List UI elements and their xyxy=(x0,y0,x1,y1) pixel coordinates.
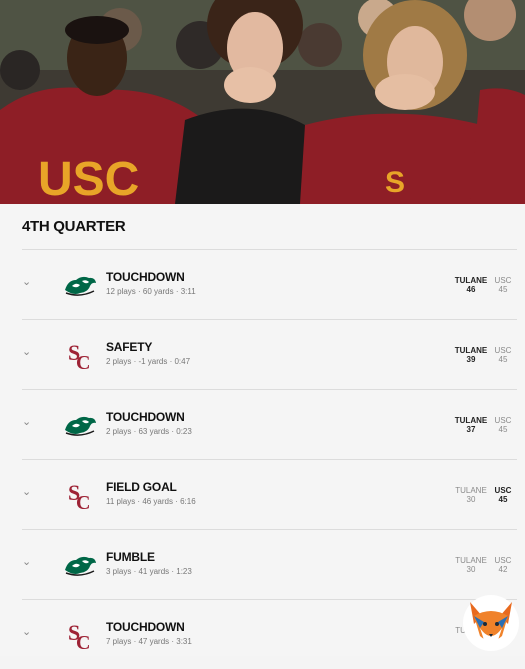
chevron-down-icon[interactable]: ⌄ xyxy=(22,486,34,498)
chevron-down-icon[interactable]: ⌄ xyxy=(22,626,34,638)
chevron-down-icon[interactable]: ⌄ xyxy=(22,416,34,428)
tulane-score: TULANE 37 xyxy=(453,416,489,434)
team-abbr: TULANE xyxy=(455,486,487,495)
usc-score: USC 45 xyxy=(490,276,516,294)
header-photo: USC S xyxy=(0,0,525,204)
score-value: 45 xyxy=(498,425,508,434)
fox-logo-badge xyxy=(462,594,520,652)
usc-sc-icon: SC xyxy=(62,336,98,374)
usc-score: USC 45 xyxy=(490,346,516,364)
chevron-down-icon[interactable]: ⌄ xyxy=(22,276,34,288)
score-value: 45 xyxy=(498,495,508,504)
svg-text:S: S xyxy=(385,166,405,199)
usc-score: USC 45 xyxy=(490,486,516,504)
play-type: SAFETY xyxy=(106,340,153,354)
team-abbr: TULANE xyxy=(454,346,488,355)
play-type: TOUCHDOWN xyxy=(106,410,185,424)
score-value: 37 xyxy=(466,425,476,434)
team-abbr: TULANE xyxy=(455,556,487,565)
svg-text:C: C xyxy=(76,632,90,652)
usc-sc-icon: SC xyxy=(62,476,98,514)
tulane-wave-icon xyxy=(62,266,98,302)
score-value: 46 xyxy=(466,285,476,294)
play-row[interactable]: ⌄SCTOUCHDOWN7 plays · 47 yards · 3:31TUL… xyxy=(22,599,517,669)
play-type: TOUCHDOWN xyxy=(106,270,185,284)
drive-summary: 3 plays · 41 yards · 1:23 xyxy=(106,567,192,576)
drive-summary: 11 plays · 46 yards · 6:16 xyxy=(106,497,196,506)
usc-sc-icon: SC xyxy=(62,616,98,654)
tulane-score: TULANE 46 xyxy=(453,276,489,294)
chevron-down-icon[interactable]: ⌄ xyxy=(22,556,34,568)
play-row[interactable]: ⌄ S C FIELD GOAL 11 plays · 46 yards · 6:16 T… xyxy=(22,459,517,529)
play-type: TOUCHDOWN xyxy=(106,620,185,634)
team-abbr: USC xyxy=(494,556,512,565)
score-value: 39 xyxy=(466,355,476,364)
jersey-text: USC xyxy=(38,153,139,204)
drive-summary: 12 plays · 60 yards · 3:11 xyxy=(106,287,196,296)
play-by-play-panel: 4TH QUARTER ⌄ TOUCHDOWN 12 plays · 60 yard… xyxy=(0,204,525,656)
drive-summary: 2 plays · -1 yards · 0:47 xyxy=(106,357,191,366)
play-row[interactable]: ⌄ S C SAFETY 2 plays · -1 yards · 0:47 TULANE… xyxy=(22,319,517,389)
score-value: 30 xyxy=(466,495,476,504)
team-abbr: TULANE xyxy=(454,416,488,425)
score-value: 45 xyxy=(498,355,508,364)
drive-summary: 7 plays · 47 yards · 3:31 xyxy=(106,637,192,646)
play-type: FIELD GOAL xyxy=(106,480,177,494)
tulane-score: TULANE 30 xyxy=(453,556,489,574)
team-abbr: USC xyxy=(494,276,512,285)
usc-score: USC 42 xyxy=(490,556,516,574)
tulane-score: TULANE 39 xyxy=(453,346,489,364)
team-abbr: USC xyxy=(494,416,512,425)
team-abbr: USC xyxy=(494,486,512,495)
tulane-wave-icon xyxy=(62,546,98,582)
quarter-title: 4TH QUARTER xyxy=(22,218,126,235)
chevron-down-icon[interactable]: ⌄ xyxy=(22,346,34,358)
svg-text:C: C xyxy=(76,352,90,372)
play-row[interactable]: ⌄ TOUCHDOWN 2 plays · 63 yards · 0:23 TULAN… xyxy=(22,389,517,459)
score-value: 45 xyxy=(498,285,508,294)
team-abbr: TULANE xyxy=(454,276,488,285)
team-abbr: USC xyxy=(494,346,512,355)
tulane-wave-icon xyxy=(62,406,98,442)
drive-summary: 2 plays · 63 yards · 0:23 xyxy=(106,427,192,436)
play-row[interactable]: ⌄ TOUCHDOWN 12 plays · 60 yards · 3:11 TULA… xyxy=(22,249,517,319)
play-type: FUMBLE xyxy=(106,550,155,564)
tulane-score: TULANE 30 xyxy=(453,486,489,504)
score-value: 42 xyxy=(498,565,508,574)
svg-text:C: C xyxy=(76,492,90,512)
usc-score: USC 45 xyxy=(490,416,516,434)
play-row[interactable]: ⌄ FUMBLE 3 plays · 41 yards · 1:23 TULANE 30… xyxy=(22,529,517,599)
score-value: 30 xyxy=(466,565,476,574)
